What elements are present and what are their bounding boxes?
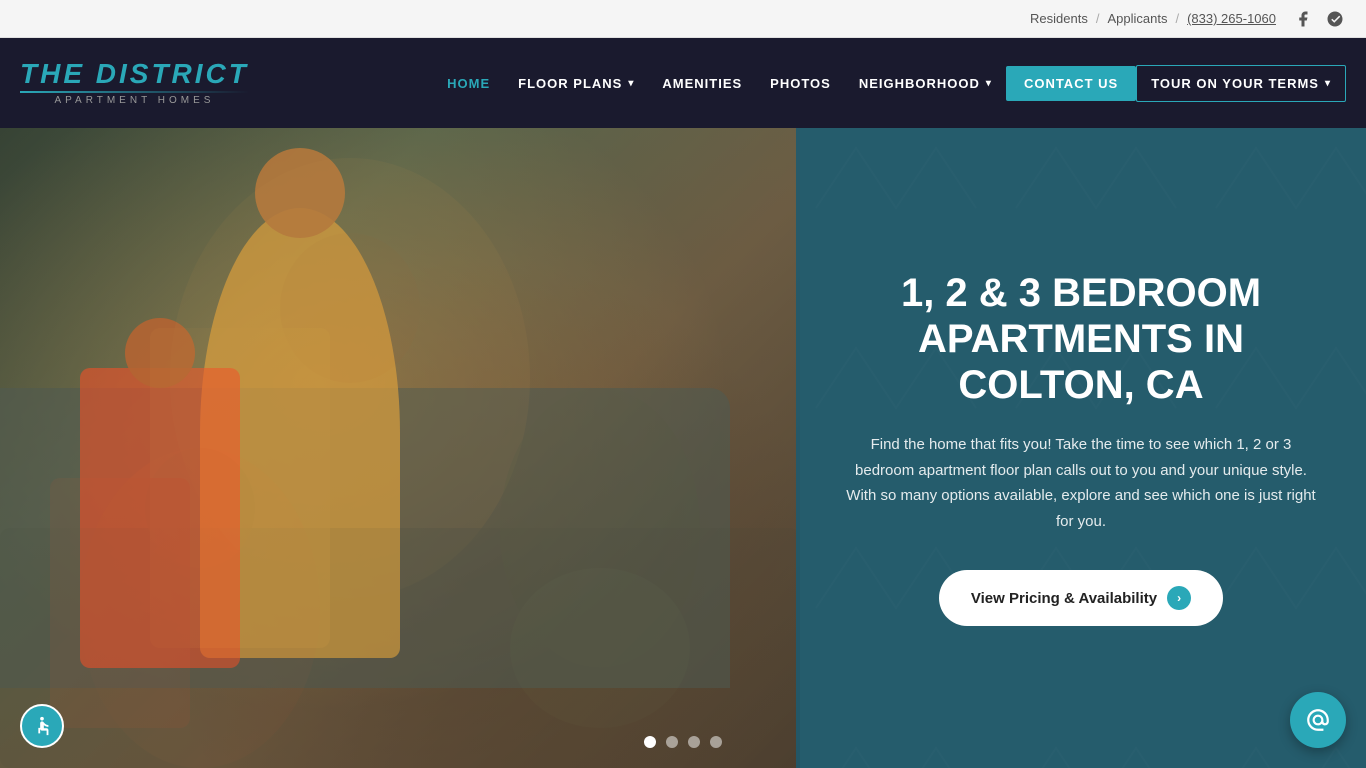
- hero-title: 1, 2 & 3 BEDROOM APARTMENTS IN COLTON, C…: [846, 270, 1316, 408]
- hero-photo: [0, 128, 800, 768]
- nav-home-link[interactable]: HOME: [433, 66, 504, 101]
- residents-link[interactable]: Residents: [1030, 11, 1088, 26]
- nav-neighborhood-link[interactable]: NEIGHBORHOOD ▾: [845, 66, 1006, 101]
- nav-item-neighborhood: NEIGHBORHOOD ▾: [845, 66, 1006, 101]
- hero-section: 1, 2 & 3 BEDROOM APARTMENTS IN COLTON, C…: [0, 128, 1366, 768]
- nav-links: HOME FLOOR PLANS ▾ AMENITIES PHOTOS NEIG…: [433, 65, 1346, 102]
- navbar: THE DISTRICT APARTMENT HOMES HOME FLOOR …: [0, 38, 1366, 128]
- view-pricing-button[interactable]: View Pricing & Availability ›: [939, 570, 1223, 626]
- hero-panel: 1, 2 & 3 BEDROOM APARTMENTS IN COLTON, C…: [796, 128, 1366, 768]
- nav-item-tour: TOUR ON YOUR TERMS ▾: [1136, 65, 1346, 102]
- dot-2[interactable]: [666, 736, 678, 748]
- dot-4[interactable]: [710, 736, 722, 748]
- accessibility-button[interactable]: [20, 704, 64, 748]
- hero-description: Find the home that fits you! Take the ti…: [846, 432, 1316, 534]
- cta-arrow-icon: ›: [1167, 586, 1191, 610]
- nav-item-floor-plans: FLOOR PLANS ▾: [504, 66, 648, 101]
- nav-item-contact: CONTACT US: [1006, 66, 1136, 101]
- top-bar: Residents / Applicants / (833) 265-1060: [0, 0, 1366, 38]
- nav-item-photos: PHOTOS: [756, 66, 845, 101]
- applicants-link[interactable]: Applicants: [1107, 11, 1167, 26]
- nav-item-home: HOME: [433, 66, 504, 101]
- nav-amenities-link[interactable]: AMENITIES: [648, 66, 756, 101]
- yelp-icon[interactable]: [1324, 8, 1346, 30]
- nav-floor-plans-link[interactable]: FLOOR PLANS ▾: [504, 66, 648, 101]
- logo[interactable]: THE DISTRICT APARTMENT HOMES: [20, 60, 249, 106]
- facebook-icon[interactable]: [1292, 8, 1314, 30]
- logo-line: [20, 91, 249, 93]
- logo-sub: APARTMENT HOMES: [20, 95, 249, 106]
- sep-1: /: [1096, 11, 1100, 26]
- dot-3[interactable]: [688, 736, 700, 748]
- cta-label: View Pricing & Availability: [971, 590, 1157, 607]
- floor-plans-caret: ▾: [628, 78, 634, 89]
- nav-photos-link[interactable]: PHOTOS: [756, 66, 845, 101]
- sep-2: /: [1175, 11, 1179, 26]
- chat-button[interactable]: [1290, 692, 1346, 748]
- nav-tour-link[interactable]: TOUR ON YOUR TERMS ▾: [1136, 65, 1346, 102]
- phone-link[interactable]: (833) 265-1060: [1187, 11, 1276, 26]
- dot-1[interactable]: [644, 736, 656, 748]
- logo-main: THE DISTRICT: [20, 60, 249, 88]
- nav-contact-link[interactable]: CONTACT US: [1006, 66, 1136, 101]
- tour-caret: ▾: [1325, 78, 1331, 89]
- social-icons: [1292, 8, 1346, 30]
- neighborhood-caret: ▾: [986, 78, 992, 89]
- hero-dots: [644, 736, 722, 748]
- nav-item-amenities: AMENITIES: [648, 66, 756, 101]
